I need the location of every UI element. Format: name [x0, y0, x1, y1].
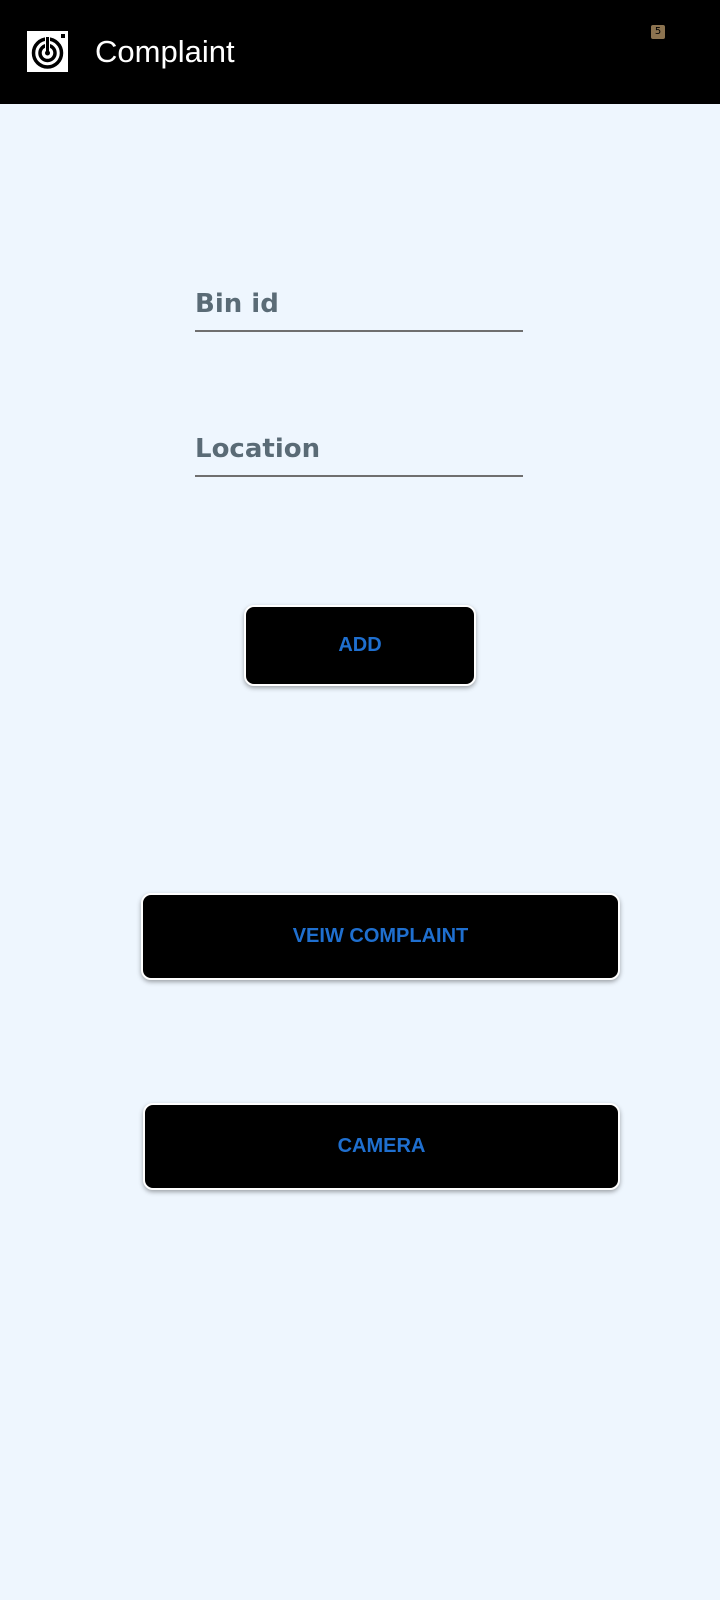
- app-logo-icon: [27, 31, 68, 72]
- location-field[interactable]: [195, 429, 523, 477]
- app-bar: Complaint 5: [0, 0, 720, 104]
- add-button[interactable]: ADD: [244, 605, 476, 686]
- view-complaint-button[interactable]: VEIW COMPLAINT: [141, 893, 620, 980]
- notification-badge: 5: [651, 25, 665, 39]
- bin-id-field[interactable]: [195, 284, 523, 332]
- camera-button[interactable]: CAMERA: [143, 1103, 620, 1190]
- location-input[interactable]: [195, 429, 523, 469]
- bin-id-input[interactable]: [195, 284, 523, 324]
- app-title: Complaint: [95, 34, 235, 69]
